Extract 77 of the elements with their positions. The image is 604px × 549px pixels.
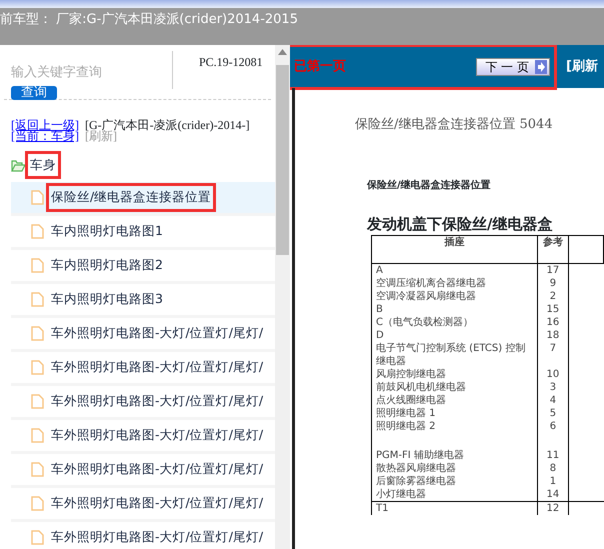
- table-cell: 16: [538, 316, 568, 329]
- tree-item[interactable]: 保险丝/继电器盒连接器位置: [11, 182, 275, 216]
- refresh-link[interactable]: [刷新: [566, 56, 598, 76]
- table-cell: 5: [538, 407, 568, 420]
- table-cell: 6: [538, 420, 568, 433]
- table-cell: 11: [538, 433, 568, 462]
- table-cell: 照明继电器 2: [372, 420, 538, 433]
- table-cell: 点火线圈继电器: [372, 394, 538, 407]
- item-label: 车外照明灯电路图-大灯/位置灯/尾灯/: [50, 324, 264, 342]
- table-cell: 后窗除雾器继电器: [372, 475, 538, 488]
- item-label: 车外照明灯电路图-大灯/位置灯/尾灯/: [50, 460, 264, 478]
- folder-item[interactable]: 车身: [28, 154, 58, 176]
- table-cell: D: [372, 329, 538, 342]
- document-icon: [31, 462, 44, 477]
- table-cell: 14: [538, 488, 568, 502]
- item-label: 车外照明灯电路图-大灯/位置灯/尾灯/: [50, 494, 264, 512]
- vehicle-model-title: 前车型： 厂家:G-广汽本田凌派(crider)2014-2015: [0, 11, 298, 29]
- table-cell: A: [372, 264, 538, 277]
- section-heading: 发动机盖下保险丝/继电器盒: [367, 214, 554, 234]
- item-label: 保险丝/继电器盒连接器位置: [49, 186, 214, 209]
- table-cell: 7: [538, 342, 568, 368]
- document-icon: [31, 258, 44, 273]
- table-cell: 4: [538, 394, 568, 407]
- table-cell: 风扇控制继电器: [372, 368, 538, 381]
- table-cell: T1: [372, 502, 538, 515]
- item-label: 车内照明灯电路图3: [50, 290, 164, 308]
- document-title: 保险丝/继电器盒连接器位置 5044: [355, 116, 554, 134]
- table-cell: 空调压缩机离合器继电器: [372, 277, 538, 290]
- document-icon: [31, 360, 44, 375]
- arrow-right-icon: [535, 60, 547, 74]
- scrollbar-thumb[interactable]: [276, 65, 289, 255]
- table-cell: 10: [538, 368, 568, 381]
- section-subtitle: 保险丝/继电器盒连接器位置: [367, 178, 492, 192]
- item-label: 车外照明灯电路图-大灯/位置灯/尾灯/: [50, 392, 264, 410]
- back-link[interactable]: [返回上一级]: [11, 120, 79, 131]
- table-cell: 15: [538, 303, 568, 316]
- item-label: 车外照明灯电路图-大灯/位置灯/尾灯/: [50, 426, 264, 444]
- table-cell: 前鼓风机电机继电器: [372, 381, 538, 394]
- table-cell: PGM-FI 辅助继电器: [372, 433, 538, 462]
- document-icon: [31, 394, 44, 409]
- scrollbar[interactable]: [275, 45, 290, 549]
- table-cell: 散热器风扇继电器: [372, 462, 538, 475]
- table-cell: 小灯继电器: [372, 488, 538, 502]
- search-button[interactable]: 查询: [11, 86, 57, 100]
- part-code: PC.19-12081: [198, 54, 263, 71]
- current-category-link[interactable]: [当前：车身]: [11, 131, 79, 142]
- table-cell: 9: [538, 277, 568, 290]
- document-icon: [31, 190, 44, 205]
- table-cell: 3: [538, 381, 568, 394]
- table-cell: 2: [538, 290, 568, 303]
- document-icon: [31, 292, 44, 307]
- scroll-up-icon[interactable]: [278, 49, 287, 55]
- table-cell: 电子节气门控制系统 (ETCS) 控制继电器: [372, 342, 538, 368]
- document-icon: [31, 224, 44, 239]
- document-icon: [31, 496, 44, 511]
- item-label: 车外照明灯电路图-大灯/位置灯/尾灯/: [50, 528, 264, 546]
- item-label: 车内照明灯电路图1: [50, 222, 164, 240]
- table-cell: C（电气负载检测器）: [372, 316, 538, 329]
- page-status: 已第一页: [294, 58, 346, 76]
- table-cell: 空调冷凝器风扇继电器: [372, 290, 538, 303]
- document-icon: [31, 326, 44, 341]
- table-cell: 1: [538, 475, 568, 488]
- item-label: 车外照明灯电路图-大灯/位置灯/尾灯/: [50, 358, 264, 376]
- table-cell: 12: [538, 502, 568, 515]
- column-header: 插座: [372, 236, 538, 264]
- table-cell: 照明继电器 1: [372, 407, 538, 420]
- column-header: 参考: [538, 236, 568, 264]
- model-path: [G-广汽本田-凌派(crider)-2014-]: [85, 120, 250, 131]
- document-icon: [31, 428, 44, 443]
- table-cell: B: [372, 303, 538, 316]
- folder-icon: [11, 158, 26, 172]
- next-page-button[interactable]: 下 一 页: [476, 58, 550, 76]
- table-cell: 17: [538, 264, 568, 277]
- item-label: 车内照明灯电路图2: [50, 256, 164, 274]
- document-icon: [31, 530, 44, 545]
- table-cell: 8: [538, 462, 568, 475]
- table-cell: 18: [538, 329, 568, 342]
